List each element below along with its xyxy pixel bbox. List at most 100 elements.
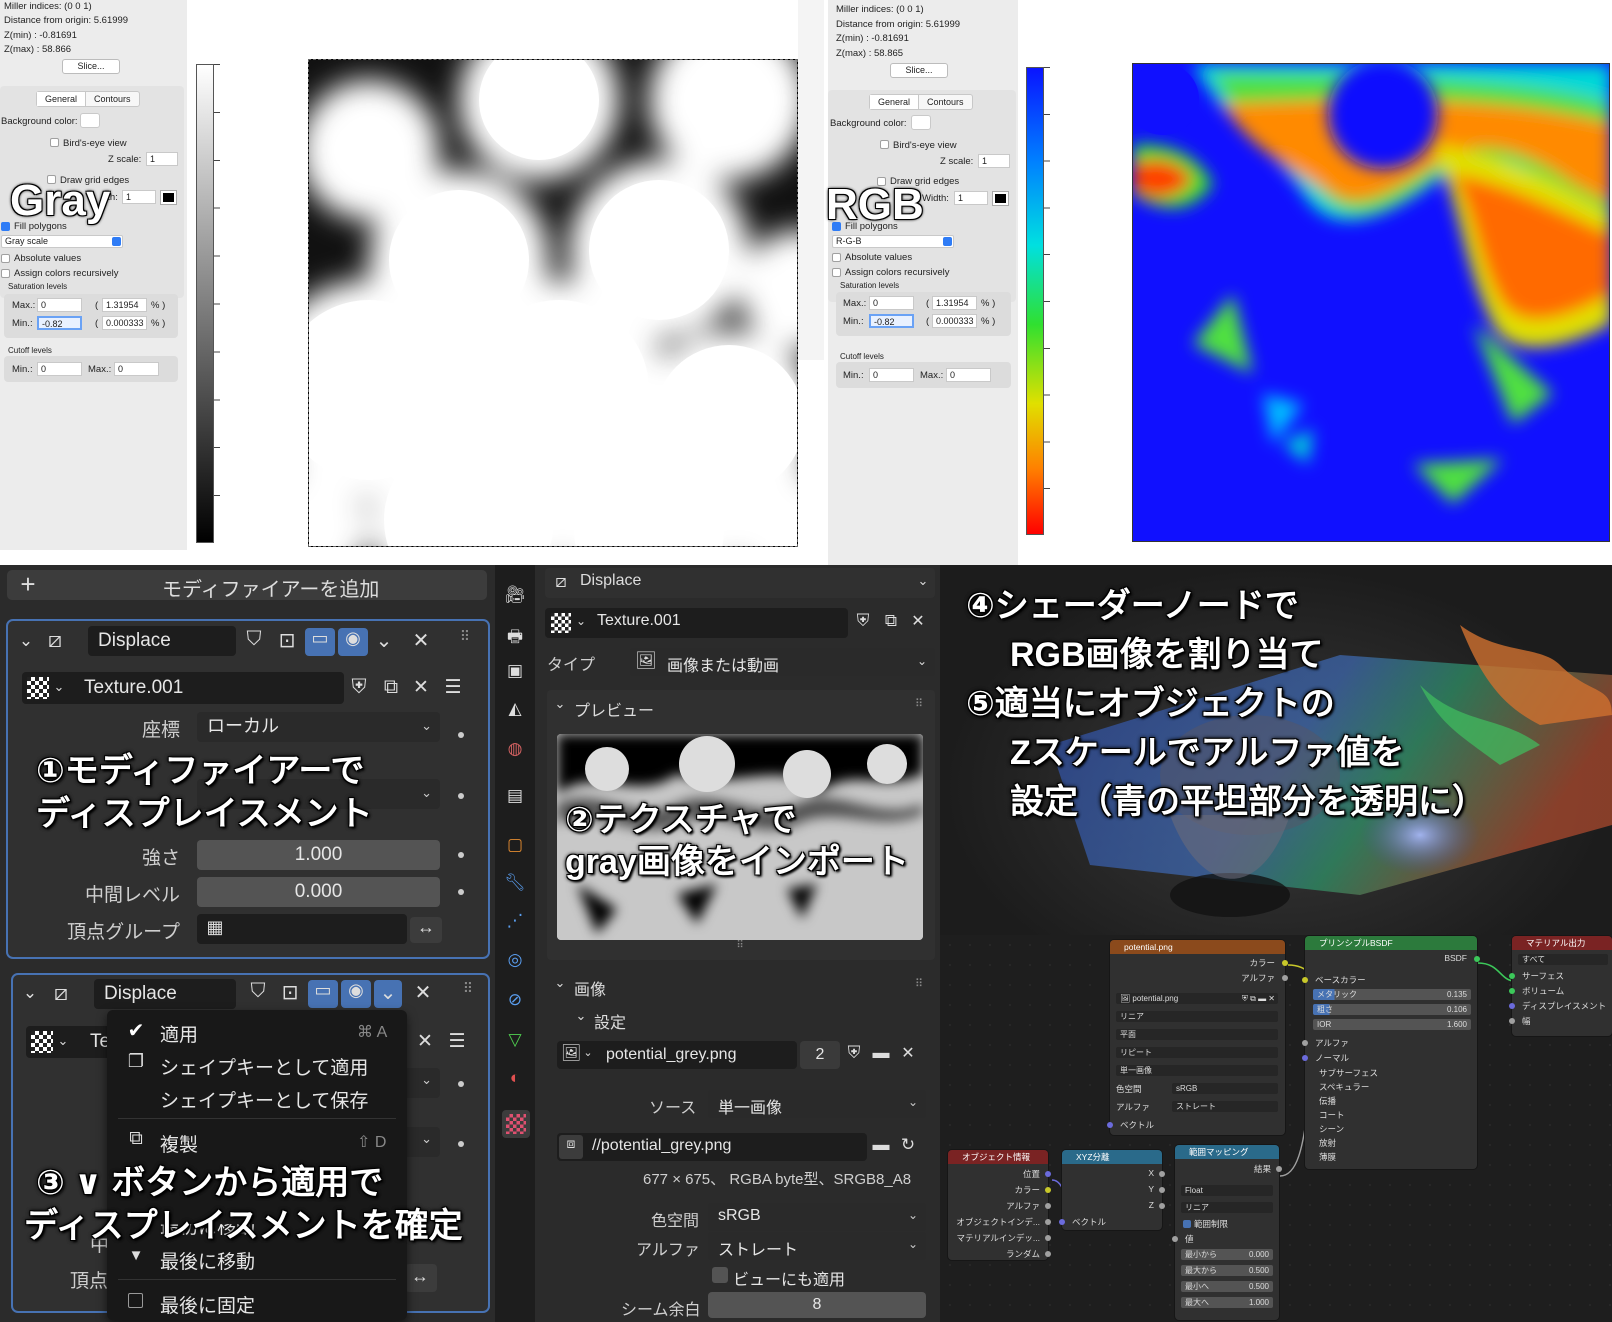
ior-field[interactable]: IOR 1.600: [1313, 1019, 1471, 1030]
image-selector[interactable]: 🖼︎ potential.png ⛨ ⧉ ▬ ✕: [1116, 993, 1278, 1004]
coord-dropdown[interactable]: ローカル ⌄: [197, 712, 440, 742]
realtime-monitor-icon[interactable]: ▭: [308, 980, 338, 1008]
keyframe-dot[interactable]: [458, 1141, 464, 1147]
subpanel-emission[interactable]: 放射: [1319, 1137, 1336, 1149]
constraints-tab-icon[interactable]: ⊘: [502, 990, 528, 1010]
collapse-chevron-icon[interactable]: ⌄: [16, 631, 36, 651]
grid-color-well[interactable]: [992, 191, 1009, 206]
unlink-x-icon[interactable]: ✕: [410, 676, 432, 699]
modifier-name-field[interactable]: Displace: [88, 626, 236, 656]
to-min-field[interactable]: 最小へ 0.500: [1181, 1281, 1273, 1292]
extension-dropdown[interactable]: リピート: [1116, 1047, 1278, 1058]
assign-colors-checkbox[interactable]: [832, 268, 841, 277]
subpanel-coat[interactable]: コート: [1319, 1109, 1345, 1121]
keyframe-dot[interactable]: [458, 889, 464, 895]
socket-color[interactable]: [1045, 1187, 1051, 1193]
tab-contours[interactable]: Contours: [919, 95, 972, 109]
fake-user-shield-icon[interactable]: ⛨: [843, 1043, 865, 1063]
chevron-down-icon[interactable]: ⌄: [915, 573, 931, 589]
background-color-well[interactable]: [911, 115, 931, 130]
socket-location[interactable]: [1045, 1171, 1051, 1177]
open-folder-icon[interactable]: ▬: [870, 1043, 892, 1063]
subpanel-subsurface[interactable]: サブサーフェス: [1319, 1067, 1378, 1079]
absolute-values-checkbox[interactable]: [832, 253, 841, 262]
max-input[interactable]: 0: [37, 298, 82, 312]
socket-random[interactable]: [1045, 1251, 1051, 1257]
principled-bsdf-node[interactable]: プリンシプルBSDF BSDF ベースカラー メタリック 0.135 粗さ 0.10…: [1302, 936, 1480, 1169]
subpanel-specular[interactable]: スペキュラー: [1319, 1081, 1369, 1093]
slice-button[interactable]: Slice...: [62, 59, 120, 74]
fill-polygons-checkbox[interactable]: [1, 222, 10, 231]
socket-alpha[interactable]: [1302, 1040, 1308, 1046]
chevron-down-icon[interactable]: ⌄: [553, 975, 567, 991]
unlink-x-icon[interactable]: ✕: [907, 611, 929, 631]
interpolation-dropdown[interactable]: リニア: [1116, 1011, 1278, 1022]
duplicate-icon[interactable]: ⧉: [378, 676, 404, 699]
particles-tab-icon[interactable]: ⋰: [502, 911, 528, 931]
socket-material-index[interactable]: [1045, 1235, 1051, 1241]
object-tab-icon[interactable]: ▢: [502, 835, 528, 855]
pin-checkbox[interactable]: [128, 1293, 143, 1308]
subpanel-thin-film[interactable]: 薄膜: [1319, 1151, 1336, 1163]
socket-thickness[interactable]: [1509, 1018, 1515, 1024]
min-input[interactable]: -0.82: [869, 314, 914, 328]
roughness-field[interactable]: 粗さ 0.106: [1313, 1004, 1471, 1015]
max-percent-input[interactable]: 1.31954: [932, 296, 977, 310]
min-input[interactable]: -0.82: [37, 316, 82, 330]
socket-result[interactable]: [1276, 1166, 1282, 1172]
socket-value[interactable]: [1172, 1236, 1178, 1242]
properties-toggle-icon[interactable]: ☰: [440, 676, 466, 699]
fake-user-shield-icon[interactable]: ⛨: [852, 611, 874, 631]
resize-handle-icon[interactable]: ⠿: [730, 940, 750, 951]
keyframe-dot[interactable]: [458, 852, 464, 858]
collection-tab-icon[interactable]: ▤: [502, 786, 528, 806]
close-icon[interactable]: ✕: [410, 628, 432, 653]
dropdown-chevron-icon[interactable]: ⌄: [373, 628, 395, 653]
drag-handle-icon[interactable]: ⠿: [911, 977, 927, 990]
vertex-group-field[interactable]: ↔: [405, 1264, 437, 1292]
keyframe-dot[interactable]: [458, 1081, 464, 1087]
colorspace-dropdown[interactable]: sRGB ⌄: [708, 1203, 926, 1231]
tab-general[interactable]: General: [870, 95, 920, 109]
data-tab-icon[interactable]: ▽: [502, 1030, 528, 1050]
min-percent-input[interactable]: 0.000333: [932, 314, 977, 328]
metallic-field[interactable]: メタリック 0.135: [1313, 989, 1471, 1000]
menu-apply[interactable]: 適用: [160, 1020, 198, 1047]
open-folder-icon[interactable]: ▬: [870, 1135, 892, 1155]
add-modifier-button[interactable]: + モディファイアーを追加: [7, 569, 487, 601]
socket-vector[interactable]: [1107, 1122, 1113, 1128]
drag-handle-icon[interactable]: ⠿: [458, 980, 478, 997]
color-scale-select[interactable]: R-G-B: [832, 235, 954, 248]
socket-x[interactable]: [1159, 1171, 1165, 1177]
reload-icon[interactable]: ↻: [897, 1135, 919, 1155]
socket-object-index[interactable]: [1045, 1219, 1051, 1225]
texture-tab-icon[interactable]: [502, 1110, 530, 1138]
render-tab-icon[interactable]: 🎥︎: [502, 585, 528, 605]
view-layer-tab-icon[interactable]: ▣: [502, 661, 528, 681]
socket-alpha[interactable]: [1282, 975, 1288, 981]
socket-vector[interactable]: [1059, 1219, 1065, 1225]
socket-z[interactable]: [1159, 1203, 1165, 1209]
grid-color-well[interactable]: [160, 190, 177, 205]
image-users-count[interactable]: 2: [800, 1041, 840, 1069]
source-dropdown[interactable]: 単一画像: [1116, 1065, 1278, 1076]
realtime-monitor-icon[interactable]: ▭: [305, 628, 335, 656]
object-info-node[interactable]: オブジェクト情報 位置 カラー アルファ オブジェクトインデ... マテリアルイ…: [948, 1150, 1051, 1260]
chevron-down-icon[interactable]: ⌄: [553, 696, 567, 712]
max-input[interactable]: 0: [869, 296, 914, 310]
render-camera-icon[interactable]: ◉: [338, 628, 368, 656]
material-tab-icon[interactable]: ◐: [502, 1068, 528, 1088]
subpanel-transmission[interactable]: 伝播: [1319, 1095, 1336, 1107]
z-scale-input[interactable]: 1: [978, 154, 1010, 168]
collapse-chevron-icon[interactable]: ⌄: [20, 983, 40, 1003]
width-input[interactable]: 1: [954, 191, 988, 205]
min-percent-input[interactable]: 0.000333: [102, 316, 147, 330]
clamp-checkbox[interactable]: [1183, 1220, 1191, 1228]
midlevel-field[interactable]: 0.000: [197, 877, 440, 907]
slice-button[interactable]: Slice...: [890, 63, 948, 78]
drag-handle-icon[interactable]: ⠿: [911, 697, 927, 710]
properties-toggle-icon[interactable]: ☰: [444, 1030, 470, 1053]
scene-tab-icon[interactable]: ◭: [502, 699, 528, 719]
menu-duplicate[interactable]: 複製: [160, 1130, 198, 1157]
socket-y[interactable]: [1159, 1187, 1165, 1193]
